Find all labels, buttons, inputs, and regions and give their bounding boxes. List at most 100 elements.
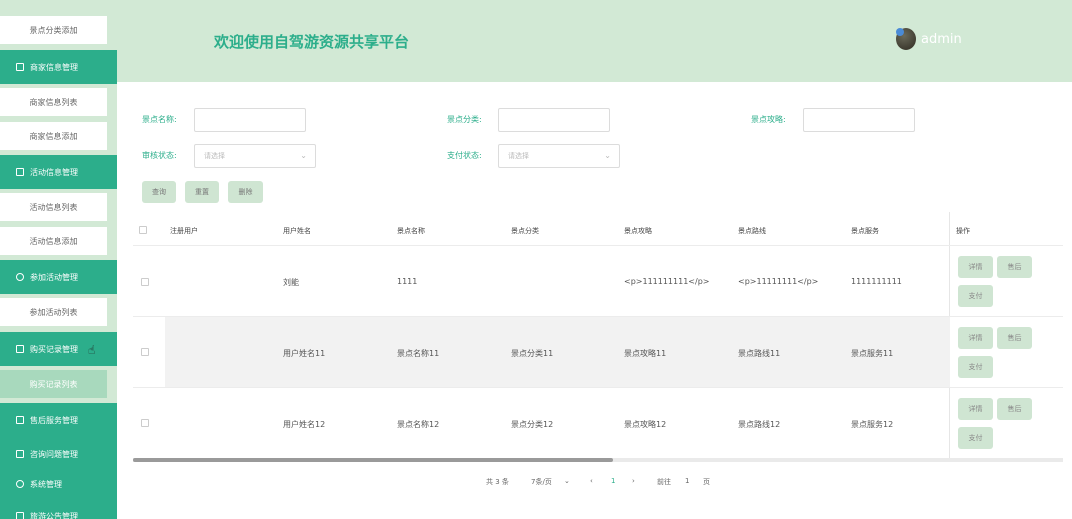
sidebar-item-activity-add[interactable]: 活动信息添加	[0, 227, 107, 255]
select-placeholder: 请选择	[204, 152, 225, 160]
username[interactable]: admin	[921, 32, 962, 47]
sidebar-item-label: 商家信息添加	[29, 131, 78, 141]
table-cell: 景点名称12	[397, 420, 440, 429]
app-window: 景点分类添加 商家信息管理 商家信息列表 商家信息添加 活动信息管理 活动信息列…	[0, 0, 1072, 519]
page-size-select[interactable]: 7条/页	[531, 477, 552, 487]
sidebar-item-merchant-add[interactable]: 商家信息添加	[0, 122, 107, 150]
table-cell: 用户姓名11	[283, 349, 326, 358]
column-header: 注册用户	[170, 227, 198, 235]
sidebar-item-label: 购买记录管理	[30, 344, 78, 354]
sidebar-item-label: 售后服务管理	[30, 415, 78, 425]
table-cell: 景点攻略11	[624, 349, 667, 358]
aftersale-button[interactable]: 售后	[997, 398, 1032, 420]
column-header: 景点名称	[397, 227, 425, 235]
sidebar-item-label: 活动信息添加	[29, 236, 78, 246]
edit-icon	[16, 512, 24, 519]
sidebar-group-purchase[interactable]: 购买记录管理	[0, 332, 117, 366]
column-header: 操作	[956, 227, 970, 235]
goto-page-input[interactable]: 1	[685, 477, 689, 485]
pay-button[interactable]: 支付	[958, 427, 993, 449]
sidebar-group-merchant[interactable]: 商家信息管理	[0, 50, 117, 84]
scenic-guide-input[interactable]	[803, 108, 915, 132]
table-cell: 景点分类11	[511, 349, 554, 358]
sidebar-item-scenic-category-add[interactable]: 景点分类添加	[0, 16, 107, 44]
table-cell: 用户姓名12	[283, 420, 326, 429]
pay-button[interactable]: 支付	[958, 356, 993, 378]
column-header: 景点攻略	[624, 227, 652, 235]
sidebar-item-label: 咨询问题管理	[30, 449, 78, 459]
table-cell: <p>11111111</p>	[738, 277, 819, 286]
sidebar-group-system[interactable]: 系统管理	[0, 467, 117, 501]
table-cell: 景点分类12	[511, 420, 554, 429]
pagination-total: 共 3 条	[486, 478, 509, 486]
sidebar-item-label: 景点分类添加	[29, 25, 78, 35]
pay-status-label: 支付状态:	[447, 151, 482, 160]
sidebar-item-label: 旅游公告管理	[30, 511, 78, 519]
table-cell: 景点服务12	[851, 420, 894, 429]
select-placeholder: 请选择	[508, 152, 529, 160]
sidebar-item-activity-list[interactable]: 活动信息列表	[0, 193, 107, 221]
column-header: 景点分类	[511, 227, 539, 235]
table-cell: 景点路线12	[738, 420, 781, 429]
scenic-category-label: 景点分类:	[447, 115, 482, 124]
page-number-current[interactable]: 1	[611, 477, 615, 485]
horizontal-scrollbar-thumb[interactable]	[133, 458, 613, 462]
detail-button[interactable]: 详情	[958, 256, 993, 278]
detail-button[interactable]: 详情	[958, 398, 993, 420]
sidebar-group-join-activity[interactable]: 参加活动管理	[0, 260, 117, 294]
table-cell: 1111111111	[851, 277, 902, 286]
pay-button[interactable]: 支付	[958, 285, 993, 307]
table-cell: <p>111111111</p>	[624, 277, 710, 286]
chevron-down-icon: ⌄	[300, 151, 307, 160]
review-status-select[interactable]: 请选择 ⌄	[194, 144, 316, 168]
table-cell: 1111	[397, 277, 418, 286]
detail-button[interactable]: 详情	[958, 327, 993, 349]
square-icon	[16, 416, 24, 424]
aftersale-button[interactable]: 售后	[997, 256, 1032, 278]
reset-button[interactable]: 重置	[185, 181, 219, 203]
checkbox-icon	[16, 345, 24, 353]
select-all-checkbox[interactable]	[139, 226, 147, 234]
scenic-guide-label: 景点攻略:	[751, 115, 786, 124]
scenic-name-input[interactable]	[194, 108, 306, 132]
column-header: 用户姓名	[283, 227, 311, 235]
sidebar-item-purchase-list[interactable]: 购买记录列表	[0, 370, 107, 398]
prev-page-icon[interactable]: ‹	[590, 477, 593, 485]
sidebar-item-merchant-list[interactable]: 商家信息列表	[0, 88, 107, 116]
checkbox-icon	[16, 63, 24, 71]
row-checkbox[interactable]	[141, 348, 149, 356]
sidebar-group-activity[interactable]: 活动信息管理	[0, 155, 117, 189]
edit-icon	[16, 450, 24, 458]
column-header: 景点服务	[851, 227, 879, 235]
diamond-icon	[16, 273, 24, 281]
sidebar-item-label: 购买记录列表	[29, 379, 78, 389]
table-cell: 景点名称11	[397, 349, 440, 358]
delete-button[interactable]: 删除	[228, 181, 263, 203]
sidebar-group-aftersale[interactable]: 售后服务管理	[0, 403, 117, 437]
sidebar: 景点分类添加 商家信息管理 商家信息列表 商家信息添加 活动信息管理 活动信息列…	[0, 0, 117, 519]
chevron-down-icon[interactable]: ⌄	[564, 477, 570, 485]
row-checkbox[interactable]	[141, 419, 149, 427]
table-cell: 景点路线11	[738, 349, 781, 358]
hand-cursor-icon: ☝	[88, 343, 96, 357]
next-page-icon[interactable]: ›	[632, 477, 635, 485]
sidebar-item-label: 商家信息管理	[30, 62, 78, 72]
sidebar-group-notice[interactable]: 旅游公告管理	[0, 499, 117, 519]
sidebar-item-join-activity-list[interactable]: 参加活动列表	[0, 298, 107, 326]
chevron-down-icon: ⌄	[604, 151, 611, 160]
review-status-label: 审核状态:	[142, 151, 177, 160]
query-button[interactable]: 查询	[142, 181, 176, 203]
table-cell: 刘能	[283, 278, 299, 287]
page-suffix-label: 页	[703, 478, 710, 486]
edit-icon	[16, 168, 24, 176]
scenic-category-input[interactable]	[498, 108, 610, 132]
row-checkbox[interactable]	[141, 278, 149, 286]
pay-status-select[interactable]: 请选择 ⌄	[498, 144, 620, 168]
aftersale-button[interactable]: 售后	[997, 327, 1032, 349]
scenic-name-label: 景点名称:	[142, 115, 177, 124]
column-header: 景点路线	[738, 227, 766, 235]
sidebar-item-label: 参加活动管理	[30, 272, 78, 282]
goto-label: 前往	[657, 478, 671, 486]
sidebar-group-consult[interactable]: 咨询问题管理	[0, 437, 117, 471]
sidebar-item-label: 参加活动列表	[29, 307, 78, 317]
